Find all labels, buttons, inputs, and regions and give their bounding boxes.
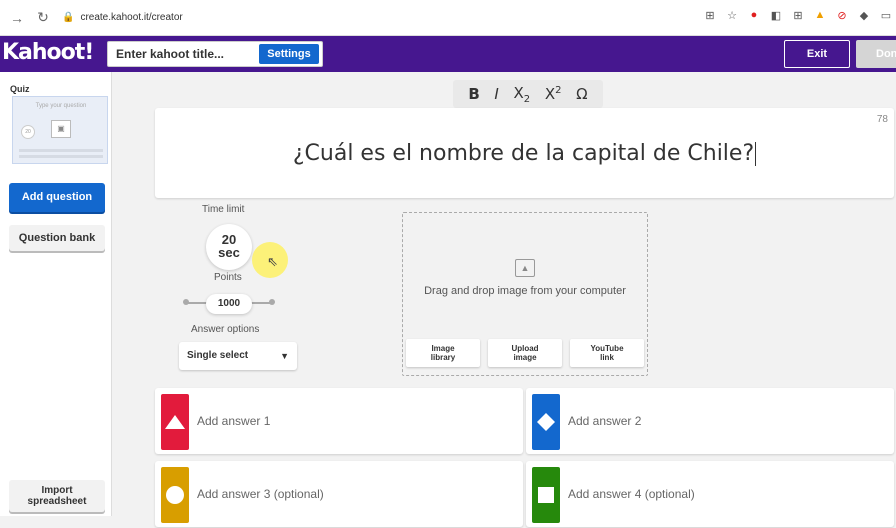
- points-slider-min-dot[interactable]: [183, 299, 189, 305]
- translate-icon[interactable]: ⊞: [704, 9, 716, 22]
- upload-image-line2: image: [513, 353, 537, 362]
- answer-1-color: [161, 394, 189, 450]
- user-icon[interactable]: ◆: [858, 9, 870, 22]
- time-limit-label: Time limit: [202, 204, 245, 215]
- address-bar[interactable]: 🔒 create.kahoot.it/creator: [62, 12, 183, 23]
- points-selector[interactable]: 1000: [206, 294, 252, 314]
- special-character-button[interactable]: Ω: [576, 85, 587, 103]
- image-placeholder-icon: ▲: [515, 259, 535, 277]
- character-counter: 78: [876, 114, 888, 125]
- add-question-button[interactable]: Add question: [9, 183, 105, 212]
- forward-icon[interactable]: →: [8, 9, 26, 27]
- triangle-icon: [165, 415, 185, 429]
- app-header: Kahoot! Enter kahoot title... Settings E…: [0, 36, 896, 72]
- youtube-link-button[interactable]: YouTube link: [570, 339, 644, 367]
- mouse-pointer-icon: ⇖: [267, 254, 278, 269]
- star-icon[interactable]: ☆: [726, 9, 738, 22]
- youtube-link-line2: link: [600, 353, 614, 362]
- answer-options-dropdown[interactable]: Single select ▼: [179, 342, 297, 370]
- answer-4[interactable]: Add answer 4 (optional): [526, 461, 894, 527]
- opera-icon[interactable]: ●: [748, 9, 760, 22]
- image-drop-zone[interactable]: ▲ Drag and drop image from your computer…: [402, 212, 648, 376]
- thumbnail-timer: 20: [21, 125, 35, 139]
- answer-2-placeholder: Add answer 2: [568, 414, 642, 428]
- subscript-digit: 2: [523, 93, 531, 105]
- done-button[interactable]: Done: [856, 40, 896, 68]
- answer-3-color: [161, 467, 189, 523]
- question-text: ¿Cuál es el nombre de la capital de Chil…: [292, 141, 755, 166]
- extension-icon[interactable]: ◧: [770, 9, 782, 22]
- question-input[interactable]: 78 ¿Cuál es el nombre de la capital de C…: [155, 108, 894, 198]
- question-text-wrap: ¿Cuál es el nombre de la capital de Chil…: [155, 141, 894, 166]
- upload-image-line1: Upload: [511, 344, 539, 353]
- points-label: Points: [214, 272, 242, 283]
- upload-image-button[interactable]: Upload image: [488, 339, 562, 367]
- superscript-base: X: [544, 85, 556, 103]
- square-icon: [538, 487, 554, 503]
- answer-options-label: Answer options: [191, 324, 260, 335]
- bold-button[interactable]: B: [468, 85, 479, 103]
- answer-3[interactable]: Add answer 3 (optional): [155, 461, 523, 527]
- circle-icon: [166, 486, 184, 504]
- thumbnail-placeholder: Type your question: [35, 103, 87, 109]
- text-format-toolbar: B I X2 X2 Ω: [453, 80, 603, 108]
- superscript-button[interactable]: X2: [545, 85, 562, 103]
- answer-4-placeholder: Add answer 4 (optional): [568, 487, 695, 501]
- answer-1[interactable]: Add answer 1: [155, 388, 523, 454]
- drop-zone-text: Drag and drop image from your computer: [424, 285, 626, 297]
- extension-icons: ⊞ ☆ ● ◧ ⊞ ▲ ⊘ ◆ ▭: [704, 9, 892, 22]
- import-spreadsheet-button[interactable]: Import spreadsheet: [9, 480, 105, 512]
- question-bank-button[interactable]: Question bank: [9, 225, 105, 251]
- cast-icon[interactable]: ▭: [880, 9, 892, 22]
- question-thumbnail[interactable]: Type your question 20 ▣: [12, 96, 108, 164]
- grid-icon[interactable]: ⊞: [792, 9, 804, 22]
- answer-2-color: [532, 394, 560, 450]
- thumbnail-answer-line: [19, 149, 103, 152]
- answer-4-color: [532, 467, 560, 523]
- thumbnail-image-icon: ▣: [51, 120, 71, 138]
- quiz-section-label: Quiz: [10, 84, 30, 94]
- text-caret: [755, 142, 757, 166]
- url-text: create.kahoot.it/creator: [80, 12, 183, 23]
- answer-1-placeholder: Add answer 1: [197, 414, 271, 428]
- thumbnail-answer-line: [19, 155, 103, 158]
- time-limit-selector[interactable]: 20 sec: [206, 224, 252, 270]
- image-library-button[interactable]: Image library: [406, 339, 480, 367]
- kahoot-logo[interactable]: Kahoot!: [2, 40, 94, 65]
- block-icon[interactable]: ⊘: [836, 9, 848, 22]
- diamond-icon: [537, 413, 555, 431]
- import-label-line2: spreadsheet: [27, 496, 87, 507]
- answer-2[interactable]: Add answer 2: [526, 388, 894, 454]
- answer-3-placeholder: Add answer 3 (optional): [197, 487, 324, 501]
- exit-button[interactable]: Exit: [784, 40, 850, 68]
- points-slider-max-dot[interactable]: [269, 299, 275, 305]
- answer-options-value: Single select: [187, 350, 249, 361]
- dropdown-arrow-icon: ▼: [280, 351, 289, 361]
- subscript-button[interactable]: X2: [514, 84, 531, 105]
- time-limit-unit: sec: [218, 245, 240, 260]
- thumbs-up-icon[interactable]: ▲: [814, 9, 826, 22]
- superscript-digit: 2: [555, 85, 562, 96]
- subscript-base: X: [513, 83, 524, 102]
- browser-toolbar: → ↻ 🔒 create.kahoot.it/creator ⊞ ☆ ● ◧ ⊞…: [0, 0, 896, 36]
- image-library-line1: Image: [431, 344, 455, 353]
- settings-button[interactable]: Settings: [259, 44, 319, 64]
- image-library-line2: library: [430, 353, 456, 362]
- italic-button[interactable]: I: [494, 85, 498, 103]
- youtube-link-line1: YouTube: [590, 344, 624, 353]
- reload-icon[interactable]: ↻: [34, 9, 52, 27]
- import-label-line1: Import: [41, 485, 73, 496]
- lock-icon: 🔒: [62, 12, 75, 23]
- question-sidebar: Quiz Type your question 20 ▣ Add questio…: [0, 72, 112, 516]
